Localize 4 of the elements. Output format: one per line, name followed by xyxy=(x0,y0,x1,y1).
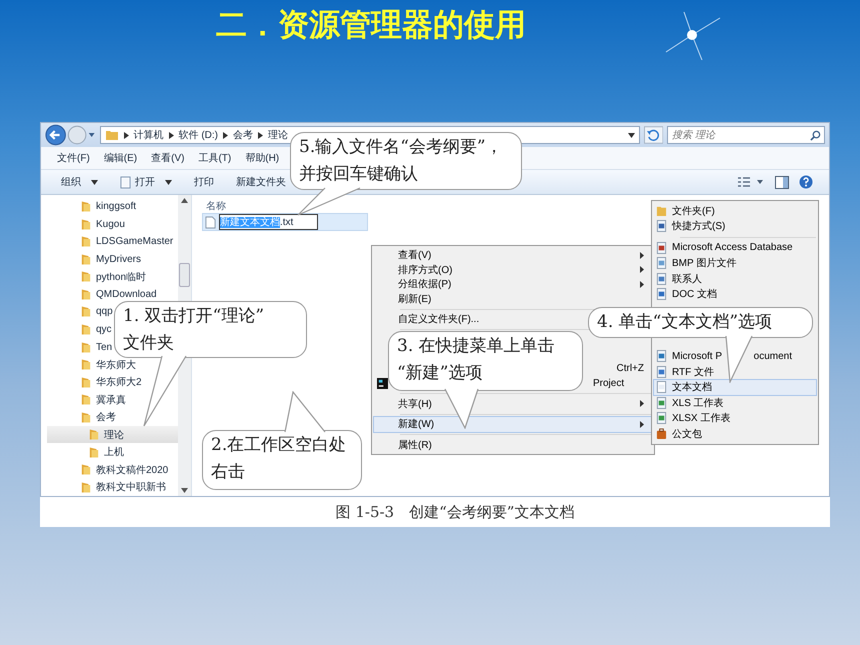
menu-item-text: Project xyxy=(593,378,624,389)
shortcut-text: Ctrl+Z xyxy=(616,363,644,374)
slide-title: 二．资源管理器的使用 xyxy=(216,6,526,45)
figure-caption: 图 1-5-3 创建“会考纲要”文本文档 xyxy=(334,502,576,522)
